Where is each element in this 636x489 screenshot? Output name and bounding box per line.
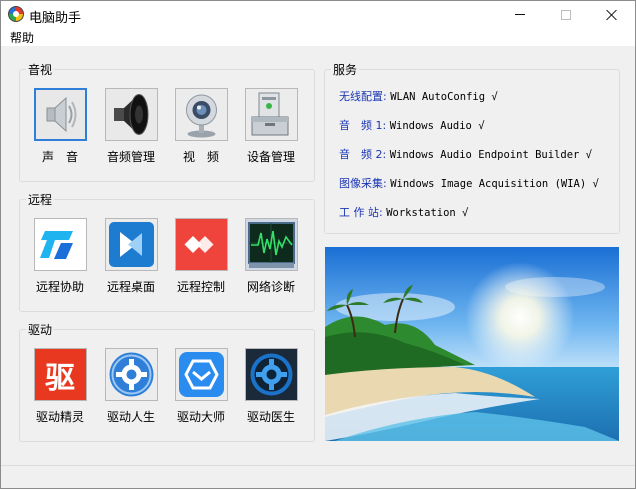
service-value: WLAN AutoConfig √ (390, 91, 498, 103)
network-diagnosis-button[interactable]: 网络诊断 (241, 218, 301, 295)
service-value: Windows Audio Endpoint Builder √ (389, 149, 592, 161)
maximize-button[interactable] (543, 1, 589, 28)
service-value: Windows Image Acquisition (WIA) √ (390, 178, 599, 190)
menu-help[interactable]: 帮助 (10, 29, 34, 46)
window-title: 电脑助手 (29, 11, 82, 26)
service-row: 音 频 1: Windows Audio √ (339, 117, 485, 133)
remote-control-button[interactable]: 远程控制 (171, 218, 231, 295)
audio-manager-button[interactable]: 音频管理 (101, 88, 161, 165)
device-manager-label: 设备管理 (246, 150, 295, 164)
remote-assist-label: 远程协助 (35, 280, 84, 294)
service-key: 无线配置: (339, 90, 387, 103)
audio-speaker-icon (104, 88, 158, 141)
driver-doctor-label: 驱动医生 (246, 410, 295, 424)
service-key: 音 频 2: (339, 148, 387, 161)
video-button[interactable]: 视 频 (171, 88, 231, 165)
service-row: 音 频 2: Windows Audio Endpoint Builder √ (339, 146, 592, 162)
service-key: 工 作 站: (339, 206, 383, 219)
sound-button[interactable]: 声 音 (30, 88, 90, 165)
driver-life-icon (104, 348, 158, 401)
service-value: Windows Audio √ (389, 120, 485, 132)
driver-life-label: 驱动人生 (106, 410, 155, 424)
service-row: 工 作 站: Workstation √ (339, 204, 468, 220)
device-manager-button[interactable]: 设备管理 (241, 88, 301, 165)
title-bar: 电脑助手 (1, 1, 635, 28)
status-bar (1, 465, 635, 488)
menu-bar: 帮助 (1, 28, 635, 46)
remote-group-title: 远程 (26, 191, 55, 208)
remote-control-label: 远程控制 (176, 280, 225, 294)
media-group: 音视 声 音 音频管理 视 频 设备管理 (19, 61, 315, 182)
driver-master-label: 驱动大师 (176, 410, 225, 424)
driver-genius-label: 驱动精灵 (35, 410, 84, 424)
minimize-button[interactable] (497, 1, 543, 28)
driver-master-button[interactable]: 驱动大师 (171, 348, 231, 425)
minimize-icon (515, 14, 525, 15)
driver-doctor-button[interactable]: 驱动医生 (241, 348, 301, 425)
service-key: 图像采集: (339, 177, 387, 190)
driver-master-icon (174, 348, 228, 401)
service-value: Workstation √ (386, 207, 469, 219)
speaker-icon (33, 88, 87, 141)
service-row: 无线配置: WLAN AutoConfig √ (339, 88, 498, 104)
close-button[interactable] (589, 1, 635, 28)
drivers-group: 驱动 驱 驱动精灵 驱动人生 驱动大师 驱动医生 (19, 321, 315, 442)
remote-assist-button[interactable]: 远程协助 (30, 218, 90, 295)
driver-doctor-icon (244, 348, 298, 401)
maximize-icon (561, 9, 571, 20)
app-window: 电脑助手 帮助 音视 声 音 音频管理 视 频 设备管理 远程 远程协助 远程桌… (0, 0, 636, 489)
beach-image (325, 247, 619, 441)
remote-desktop-icon (104, 218, 158, 271)
services-group-title: 服务 (331, 61, 360, 78)
anydesk-icon (174, 218, 228, 271)
video-label: 视 频 (182, 150, 219, 164)
device-manager-icon (244, 88, 298, 141)
driver-genius-icon: 驱 (33, 348, 87, 401)
service-row: 图像采集: Windows Image Acquisition (WIA) √ (339, 175, 599, 191)
drivers-group-title: 驱动 (26, 321, 55, 338)
network-monitor-icon (244, 218, 298, 271)
close-icon (606, 9, 618, 21)
webcam-icon (174, 88, 228, 141)
media-group-title: 音视 (26, 61, 55, 78)
todesk-icon (33, 218, 87, 271)
driver-genius-glyph: 驱 (45, 360, 75, 396)
audio-manager-label: 音频管理 (106, 150, 155, 164)
driver-genius-button[interactable]: 驱 驱动精灵 (30, 348, 90, 425)
app-logo-icon (8, 6, 24, 22)
services-group: 服务 无线配置: WLAN AutoConfig √ 音 频 1: Window… (324, 61, 620, 234)
sound-label: 声 音 (41, 150, 78, 164)
driver-life-button[interactable]: 驱动人生 (101, 348, 161, 425)
remote-group: 远程 远程协助 远程桌面 远程控制 网络诊断 (19, 191, 315, 312)
network-diagnosis-label: 网络诊断 (246, 280, 295, 294)
remote-desktop-label: 远程桌面 (106, 280, 155, 294)
service-key: 音 频 1: (339, 119, 387, 132)
remote-desktop-button[interactable]: 远程桌面 (101, 218, 161, 295)
